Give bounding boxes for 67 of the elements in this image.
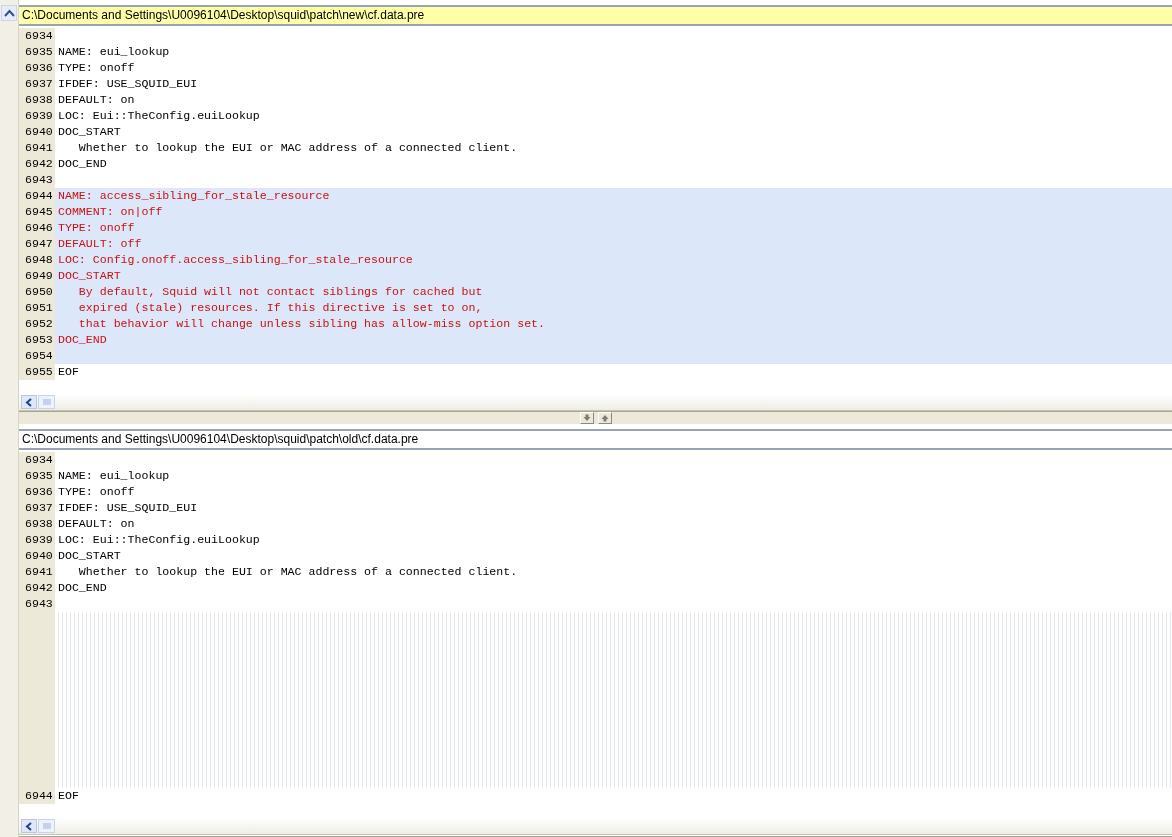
code-line: DOC_START — [57, 124, 122, 140]
code-line: Whether to lookup the EUI or MAC address of a connected client. — [77, 564, 519, 580]
collapse-button[interactable] — [1, 5, 17, 21]
line-number: 6950 — [19, 284, 55, 300]
line-number: 6952 — [19, 316, 55, 332]
code-line: EOF — [57, 788, 80, 804]
scroll-left-button[interactable] — [21, 819, 37, 833]
line-number: 6938 — [19, 92, 55, 108]
code-line: DEFAULT: on — [57, 516, 136, 532]
line-number: 6955 — [19, 364, 55, 380]
chevron-left-icon — [25, 397, 33, 407]
grip-icon — [42, 399, 51, 405]
code-line: IFDEF: USE_SQUID_EUI — [57, 76, 199, 92]
line-number: 6934 — [19, 28, 55, 44]
line-number: 6934 — [19, 452, 55, 468]
line-number: 6942 — [19, 156, 55, 172]
line-number: 6944 — [19, 788, 55, 804]
line-number: 6942 — [19, 580, 55, 596]
code-line: IFDEF: USE_SQUID_EUI — [57, 500, 199, 516]
scrollbar-thumb[interactable] — [38, 395, 55, 409]
line-number: 6937 — [19, 76, 55, 92]
line-number: 6948 — [19, 252, 55, 268]
line-number: 6943 — [19, 172, 55, 188]
code-line: LOC: Eui::TheConfig.euiLookup — [57, 532, 261, 548]
line-number: 6954 — [19, 348, 55, 364]
line-number: 6941 — [19, 140, 55, 156]
line-number: 6936 — [19, 60, 55, 76]
line-number: 6941 — [19, 564, 55, 580]
next-diff-button[interactable] — [579, 412, 594, 424]
line-number: 6936 — [19, 484, 55, 500]
line-number: 6935 — [19, 468, 55, 484]
line-number: 6935 — [19, 44, 55, 60]
code-line: DOC_END — [57, 580, 108, 596]
scrollbar-thumb[interactable] — [38, 819, 55, 833]
line-number: 6940 — [19, 548, 55, 564]
line-number: 6943 — [19, 596, 55, 612]
code-line: NAME: eui_lookup — [57, 468, 171, 484]
arrow-down-icon — [582, 414, 591, 422]
line-number: 6951 — [19, 300, 55, 316]
line-number: 6940 — [19, 124, 55, 140]
code-line: DOC_END — [57, 156, 108, 172]
line-number: 6945 — [19, 204, 55, 220]
file-path-bar: C:\Documents and Settings\U0096104\Desktop\squid\patch\old\cf.data.pre — [19, 429, 1172, 450]
line-number: 6946 — [19, 220, 55, 236]
scroll-left-button[interactable] — [21, 395, 37, 409]
code-line: EOF — [57, 364, 80, 380]
line-number: 6939 — [19, 108, 55, 124]
line-number: 6937 — [19, 500, 55, 516]
code-line: Whether to lookup the EUI or MAC address of a connected client. — [77, 140, 519, 156]
line-number: 6949 — [19, 268, 55, 284]
arrow-up-icon — [600, 414, 609, 422]
code-line: NAME: eui_lookup — [57, 44, 171, 60]
grip-icon — [42, 823, 51, 829]
chevron-up-icon — [3, 9, 15, 17]
line-number: 6944 — [19, 188, 55, 204]
code-line: LOC: Eui::TheConfig.euiLookup — [57, 108, 261, 124]
line-number: 6939 — [19, 532, 55, 548]
line-number: 6947 — [19, 236, 55, 252]
code-line: TYPE: onoff — [57, 484, 136, 500]
code-line: DEFAULT: on — [57, 92, 136, 108]
file-path-bar: C:\Documents and Settings\U0096104\Desktop\squid\patch\new\cf.data.pre — [19, 5, 1172, 26]
previous-diff-button[interactable] — [597, 412, 612, 424]
chevron-left-icon — [25, 821, 33, 831]
line-number: 6938 — [19, 516, 55, 532]
line-number: 6953 — [19, 332, 55, 348]
code-line: DOC_START — [57, 548, 122, 564]
code-line: TYPE: onoff — [57, 60, 136, 76]
